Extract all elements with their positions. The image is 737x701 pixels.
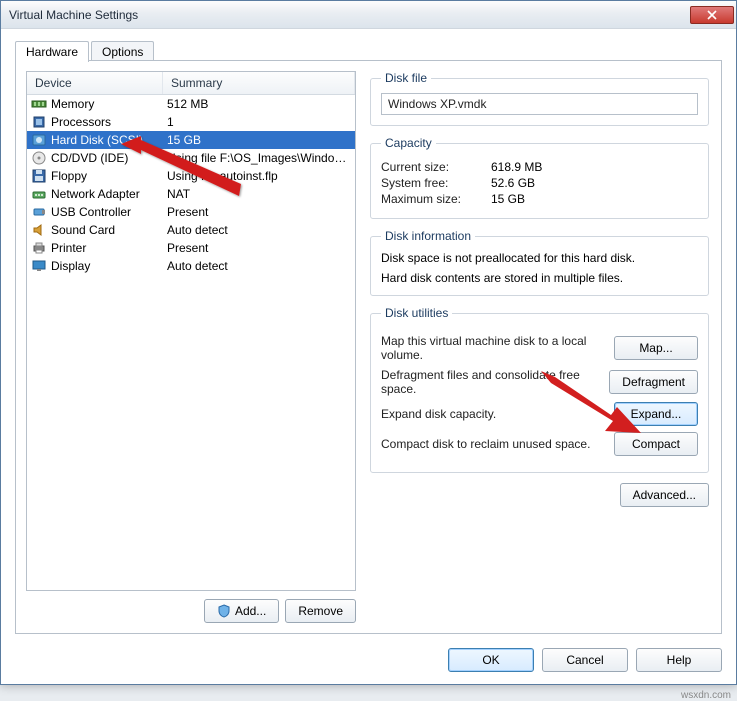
tab-options[interactable]: Options: [91, 41, 154, 62]
tab-panel-hardware: Device Summary Memory 512 MB Processors 1 Ha…: [15, 60, 722, 634]
system-free-value: 52.6 GB: [491, 176, 535, 190]
disk-utilities-legend: Disk utilities: [381, 306, 452, 320]
content-area: Hardware Options Device Summary Memory 51…: [1, 29, 736, 684]
device-summary: Using file autoinst.flp: [163, 169, 355, 183]
sound-icon: [31, 222, 47, 238]
device-summary: Present: [163, 241, 355, 255]
current-size-value: 618.9 MB: [491, 160, 542, 174]
col-summary[interactable]: Summary: [163, 72, 355, 94]
ok-button[interactable]: OK: [448, 648, 534, 672]
cancel-button[interactable]: Cancel: [542, 648, 628, 672]
map-desc: Map this virtual machine disk to a local…: [381, 334, 606, 362]
disk-file-input[interactable]: [381, 93, 698, 115]
map-button[interactable]: Map...: [614, 336, 698, 360]
cpu-icon: [31, 114, 47, 130]
cd-icon: [31, 150, 47, 166]
help-button[interactable]: Help: [636, 648, 722, 672]
tabs: Hardware Options: [15, 40, 722, 62]
net-icon: [31, 186, 47, 202]
device-name: Floppy: [51, 169, 87, 183]
floppy-icon: [31, 168, 47, 184]
device-summary: Using file F:\OS_Images\Windows...: [163, 151, 355, 165]
close-icon: [707, 10, 717, 20]
device-row-cpu[interactable]: Processors 1: [27, 113, 355, 131]
printer-icon: [31, 240, 47, 256]
disk-file-legend: Disk file: [381, 71, 431, 85]
device-row-memory[interactable]: Memory 512 MB: [27, 95, 355, 113]
device-summary: 15 GB: [163, 133, 355, 147]
device-details-panel: Disk file Capacity Current size:618.9 MB…: [370, 71, 711, 623]
device-name: Display: [51, 259, 90, 273]
capacity-legend: Capacity: [381, 136, 436, 150]
add-button[interactable]: Add...: [204, 599, 279, 623]
device-name: CD/DVD (IDE): [51, 151, 128, 165]
device-row-hdd[interactable]: Hard Disk (SCSI) 15 GB: [27, 131, 355, 149]
device-name: Processors: [51, 115, 111, 129]
capacity-group: Capacity Current size:618.9 MB System fr…: [370, 136, 709, 219]
current-size-label: Current size:: [381, 160, 491, 174]
device-name: Sound Card: [51, 223, 115, 237]
close-button[interactable]: [690, 6, 734, 24]
device-name: Printer: [51, 241, 86, 255]
memory-icon: [31, 96, 47, 112]
defragment-desc: Defragment files and consolidate free sp…: [381, 368, 601, 396]
titlebar: Virtual Machine Settings: [1, 1, 736, 29]
device-table: Device Summary Memory 512 MB Processors 1 Ha…: [26, 71, 356, 591]
disk-info-line2: Hard disk contents are stored in multipl…: [381, 271, 698, 285]
device-summary: 512 MB: [163, 97, 355, 111]
system-free-label: System free:: [381, 176, 491, 190]
defragment-button[interactable]: Defragment: [609, 370, 698, 394]
device-row-usb[interactable]: USB Controller Present: [27, 203, 355, 221]
compact-button[interactable]: Compact: [614, 432, 698, 456]
add-button-label: Add...: [235, 604, 266, 618]
device-row-sound[interactable]: Sound Card Auto detect: [27, 221, 355, 239]
expand-button[interactable]: Expand...: [614, 402, 698, 426]
device-summary: NAT: [163, 187, 355, 201]
source-watermark: wsxdn.com: [681, 690, 731, 701]
device-row-floppy[interactable]: Floppy Using file autoinst.flp: [27, 167, 355, 185]
window-title: Virtual Machine Settings: [9, 8, 690, 22]
expand-desc: Expand disk capacity.: [381, 407, 606, 421]
device-name: Memory: [51, 97, 94, 111]
disk-file-group: Disk file: [370, 71, 709, 126]
device-row-printer[interactable]: Printer Present: [27, 239, 355, 257]
usb-icon: [31, 204, 47, 220]
device-summary: Present: [163, 205, 355, 219]
device-summary: 1: [163, 115, 355, 129]
maximum-size-label: Maximum size:: [381, 192, 491, 206]
device-name: Network Adapter: [51, 187, 140, 201]
disk-utilities-group: Disk utilities Map this virtual machine …: [370, 306, 709, 473]
advanced-button[interactable]: Advanced...: [620, 483, 709, 507]
shield-icon: [217, 604, 231, 618]
device-row-display[interactable]: Display Auto detect: [27, 257, 355, 275]
remove-button[interactable]: Remove: [285, 599, 356, 623]
device-list-panel: Device Summary Memory 512 MB Processors 1 Ha…: [26, 71, 356, 623]
disk-info-line1: Disk space is not preallocated for this …: [381, 251, 698, 265]
device-name: Hard Disk (SCSI): [51, 133, 143, 147]
disk-info-legend: Disk information: [381, 229, 475, 243]
device-summary: Auto detect: [163, 259, 355, 273]
compact-desc: Compact disk to reclaim unused space.: [381, 437, 606, 451]
device-row-net[interactable]: Network Adapter NAT: [27, 185, 355, 203]
col-device[interactable]: Device: [27, 72, 163, 94]
device-name: USB Controller: [51, 205, 131, 219]
display-icon: [31, 258, 47, 274]
maximum-size-value: 15 GB: [491, 192, 525, 206]
disk-info-group: Disk information Disk space is not preal…: [370, 229, 709, 296]
device-row-cd[interactable]: CD/DVD (IDE) Using file F:\OS_Images\Wind…: [27, 149, 355, 167]
hdd-icon: [31, 132, 47, 148]
tab-hardware[interactable]: Hardware: [15, 41, 89, 62]
device-summary: Auto detect: [163, 223, 355, 237]
device-table-header: Device Summary: [27, 72, 355, 95]
vm-settings-window: Virtual Machine Settings Hardware Option…: [0, 0, 737, 685]
device-table-body: Memory 512 MB Processors 1 Hard Disk (SCSI) 1…: [27, 95, 355, 275]
bottom-buttons: OK Cancel Help: [448, 648, 722, 672]
